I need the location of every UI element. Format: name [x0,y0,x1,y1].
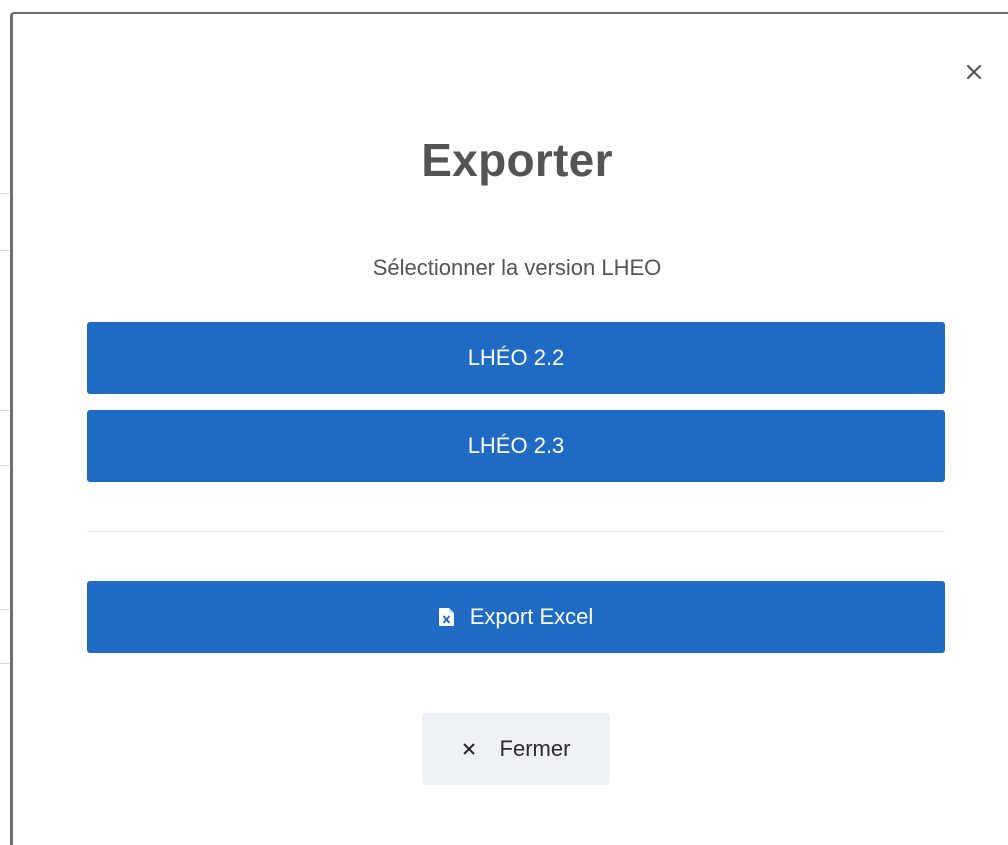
lheo-2-3-button[interactable]: LHÉO 2.3 [87,410,945,482]
export-excel-button[interactable]: Export Excel [87,581,945,653]
close-icon [966,64,982,80]
background-divider [0,465,10,466]
section-divider [87,531,945,532]
background-divider [0,609,10,610]
close-icon [462,743,475,755]
modal-subtitle: Sélectionner la version LHEO [372,255,662,280]
excel-file-icon [438,608,454,626]
background-divider [0,410,10,411]
lheo-2-2-label: LHÉO 2.2 [467,345,565,370]
page: Exporter Sélectionner la version LHEO LH… [0,0,1008,845]
background-divider [0,663,10,664]
close-button[interactable]: Fermer [422,713,610,785]
lheo-2-2-button[interactable]: LHÉO 2.2 [87,322,945,394]
modal-close-button[interactable] [960,58,988,86]
modal-title: Exporter [421,134,613,186]
close-button-label: Fermer [499,736,571,761]
export-excel-label: Export Excel [469,604,594,629]
background-divider [0,193,10,194]
lheo-2-3-label: LHÉO 2.3 [467,433,565,458]
background-divider [0,250,10,251]
